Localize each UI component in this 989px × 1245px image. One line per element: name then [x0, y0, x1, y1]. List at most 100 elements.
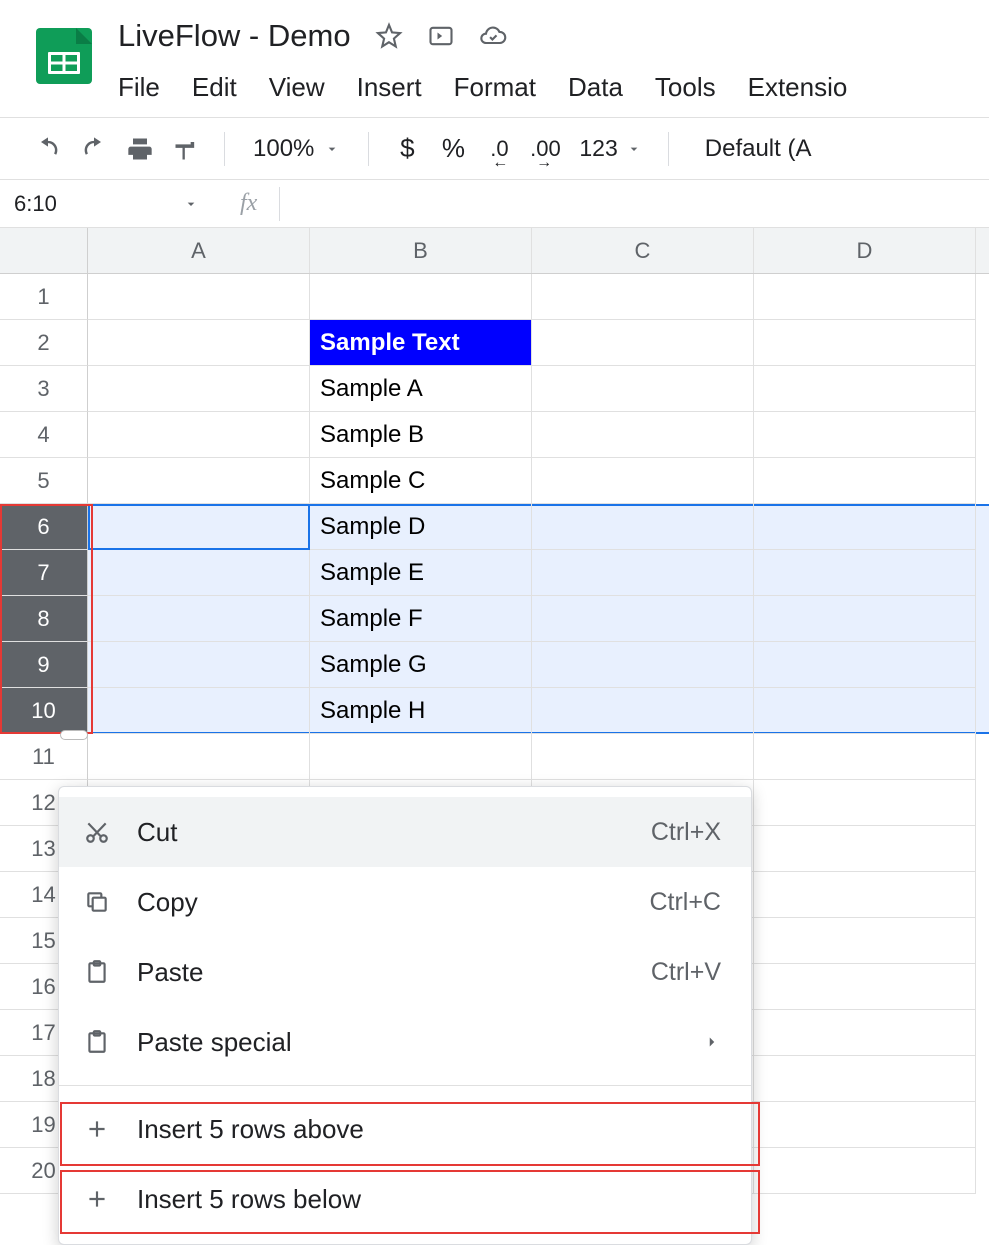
cell[interactable]	[88, 458, 310, 504]
selection-handle[interactable]	[60, 730, 88, 740]
ctx-insert-rows-below[interactable]: Insert 5 rows below	[59, 1164, 751, 1234]
row-header[interactable]: 1	[0, 274, 88, 320]
ctx-cut[interactable]: Cut Ctrl+X	[59, 797, 751, 867]
cell[interactable]	[532, 688, 754, 734]
sheets-icon[interactable]	[36, 28, 92, 84]
col-header-d[interactable]: D	[754, 228, 976, 273]
cell[interactable]	[754, 504, 976, 550]
cell[interactable]	[754, 918, 976, 964]
format-currency-button[interactable]: $	[387, 129, 427, 169]
cell[interactable]	[532, 596, 754, 642]
cell[interactable]	[754, 826, 976, 872]
name-box[interactable]: 6:10	[0, 191, 218, 217]
row-header[interactable]: 8	[0, 596, 88, 642]
cell[interactable]	[88, 688, 310, 734]
cell[interactable]: Sample E	[310, 550, 532, 596]
cell[interactable]	[754, 1102, 976, 1148]
cell[interactable]	[532, 274, 754, 320]
ctx-copy[interactable]: Copy Ctrl+C	[59, 867, 751, 937]
font-dropdown[interactable]: Default (A	[687, 135, 812, 163]
cell[interactable]	[754, 688, 976, 734]
menu-tools[interactable]: Tools	[655, 72, 716, 103]
row-header[interactable]: 9	[0, 642, 88, 688]
row-header[interactable]: 3	[0, 366, 88, 412]
print-button[interactable]	[120, 129, 160, 169]
cell[interactable]	[532, 642, 754, 688]
row-header[interactable]: 10	[0, 688, 88, 734]
cell[interactable]	[754, 1056, 976, 1102]
cell[interactable]: Sample D	[310, 504, 532, 550]
cell[interactable]	[754, 458, 976, 504]
cell[interactable]	[754, 734, 976, 780]
cell[interactable]	[532, 504, 754, 550]
cell[interactable]: Sample H	[310, 688, 532, 734]
menu-file[interactable]: File	[118, 72, 160, 103]
doc-title[interactable]: LiveFlow - Demo	[118, 18, 351, 54]
cell[interactable]	[532, 366, 754, 412]
menu-format[interactable]: Format	[454, 72, 536, 103]
row-header[interactable]: 11	[0, 734, 88, 780]
row-header[interactable]: 6	[0, 504, 88, 550]
ctx-paste[interactable]: Paste Ctrl+V	[59, 937, 751, 1007]
cell[interactable]	[754, 642, 976, 688]
menu-edit[interactable]: Edit	[192, 72, 237, 103]
cell[interactable]: Sample C	[310, 458, 532, 504]
ctx-paste-special[interactable]: Paste special	[59, 1007, 751, 1077]
cell[interactable]	[310, 734, 532, 780]
move-icon[interactable]	[427, 22, 455, 50]
row-header[interactable]: 4	[0, 412, 88, 458]
cell[interactable]	[532, 550, 754, 596]
cell[interactable]	[754, 366, 976, 412]
cell[interactable]	[532, 412, 754, 458]
cell[interactable]	[754, 274, 976, 320]
cell[interactable]	[754, 1148, 976, 1194]
cell[interactable]	[754, 412, 976, 458]
cell[interactable]	[88, 366, 310, 412]
menu-data[interactable]: Data	[568, 72, 623, 103]
undo-button[interactable]	[28, 129, 68, 169]
cell[interactable]: Sample A	[310, 366, 532, 412]
col-header-a[interactable]: A	[88, 228, 310, 273]
cell[interactable]	[754, 964, 976, 1010]
menu-view[interactable]: View	[269, 72, 325, 103]
cell[interactable]	[754, 596, 976, 642]
increase-decimal-button[interactable]: .00→	[525, 129, 565, 169]
col-header-c[interactable]: C	[532, 228, 754, 273]
cell[interactable]	[88, 642, 310, 688]
row-header[interactable]: 5	[0, 458, 88, 504]
cell[interactable]: Sample G	[310, 642, 532, 688]
zoom-dropdown[interactable]: 100%	[243, 135, 350, 163]
cell[interactable]	[532, 734, 754, 780]
cell[interactable]	[532, 458, 754, 504]
cell[interactable]	[88, 734, 310, 780]
cloud-status-icon[interactable]	[479, 22, 507, 50]
cell[interactable]	[88, 596, 310, 642]
format-percent-button[interactable]: %	[433, 129, 473, 169]
star-icon[interactable]	[375, 22, 403, 50]
cell[interactable]: Sample F	[310, 596, 532, 642]
cell[interactable]: Sample Text	[310, 320, 532, 366]
cell[interactable]	[754, 872, 976, 918]
redo-button[interactable]	[74, 129, 114, 169]
cell[interactable]	[88, 550, 310, 596]
cell[interactable]	[754, 320, 976, 366]
format-123-dropdown[interactable]: 123	[571, 135, 649, 162]
cell[interactable]: Sample B	[310, 412, 532, 458]
cell[interactable]	[88, 274, 310, 320]
menu-insert[interactable]: Insert	[357, 72, 422, 103]
cell[interactable]	[532, 320, 754, 366]
cell[interactable]	[88, 504, 310, 550]
cell[interactable]	[754, 550, 976, 596]
paint-format-button[interactable]	[166, 129, 206, 169]
ctx-insert-rows-above[interactable]: Insert 5 rows above	[59, 1094, 751, 1164]
row-header[interactable]: 2	[0, 320, 88, 366]
cell[interactable]	[754, 780, 976, 826]
cell[interactable]	[754, 1010, 976, 1056]
col-header-b[interactable]: B	[310, 228, 532, 273]
select-all-corner[interactable]	[0, 228, 88, 273]
cell[interactable]	[88, 320, 310, 366]
row-header[interactable]: 7	[0, 550, 88, 596]
menu-extensions[interactable]: Extensio	[748, 72, 848, 103]
decrease-decimal-button[interactable]: .0←	[479, 129, 519, 169]
cell[interactable]	[88, 412, 310, 458]
